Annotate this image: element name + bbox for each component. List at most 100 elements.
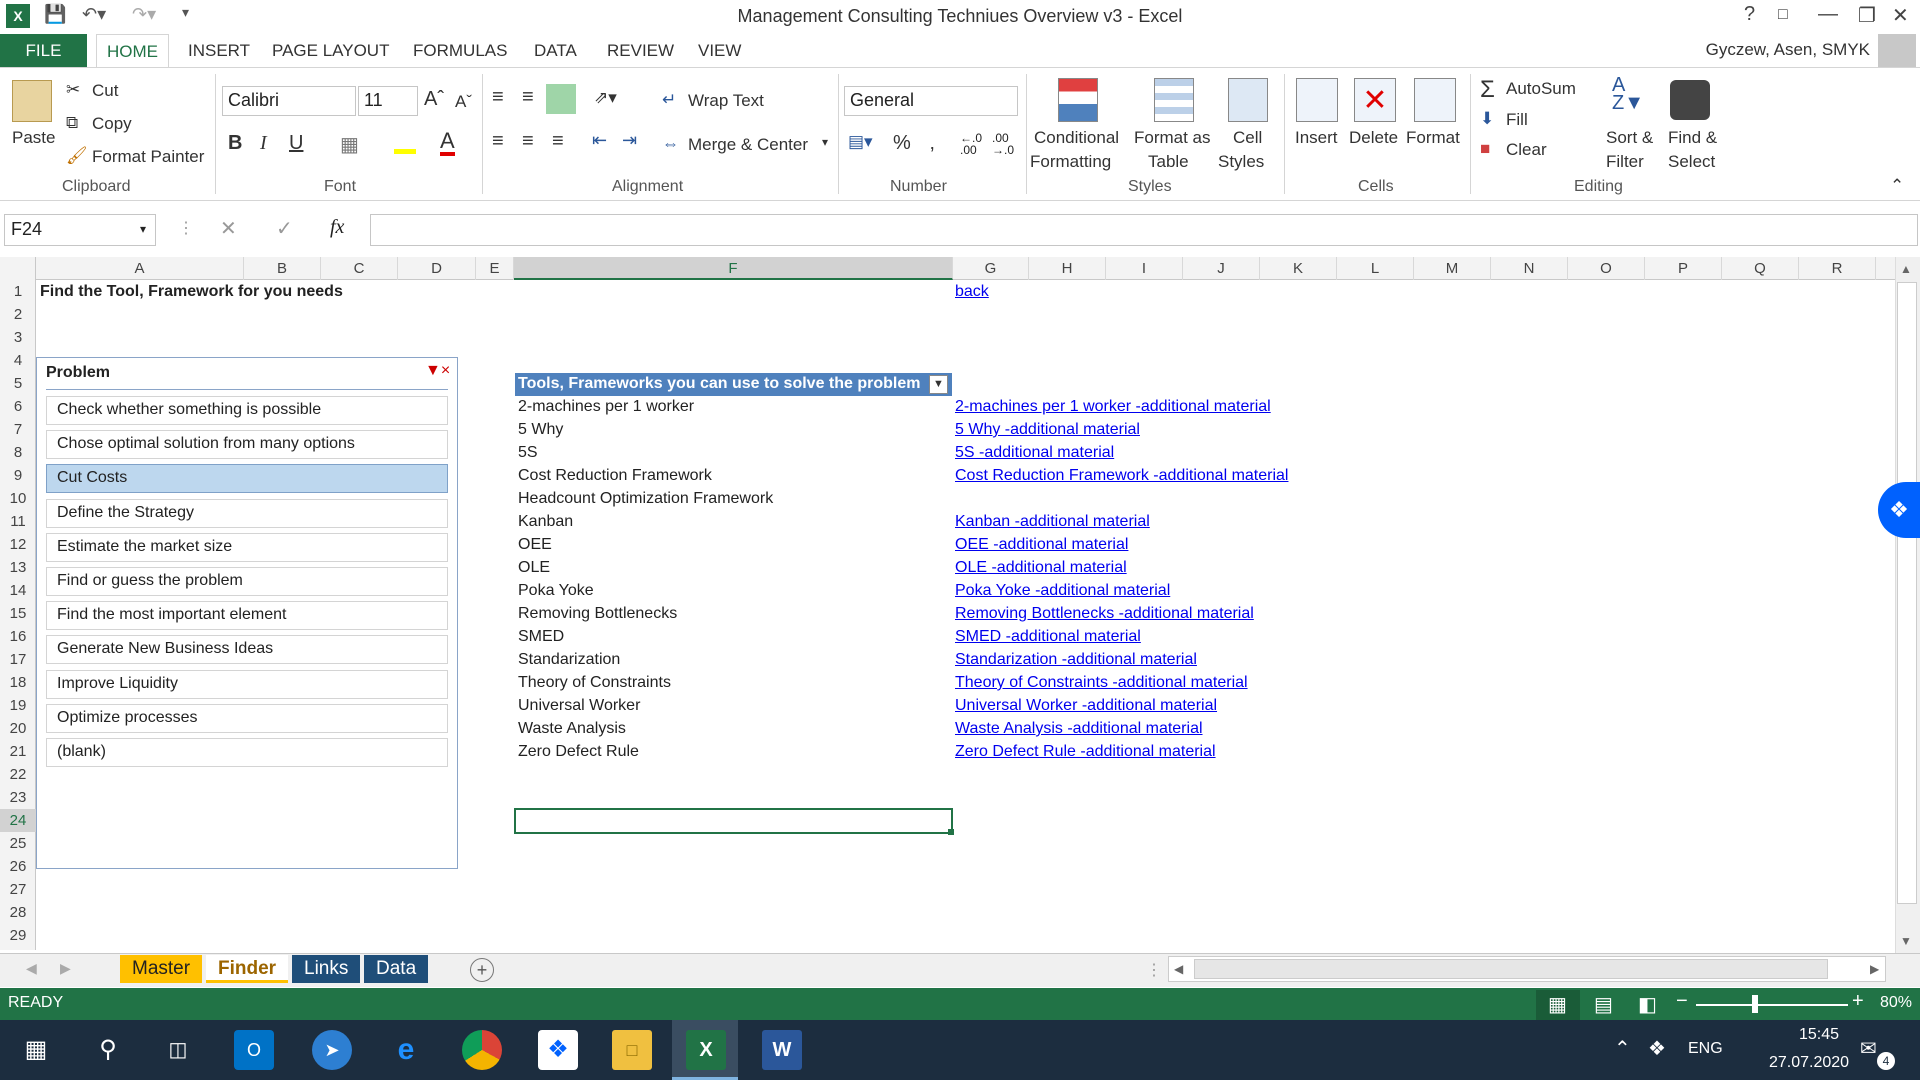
task-view-icon[interactable]: ◫ <box>158 1030 198 1070</box>
additional-material-link[interactable]: Poka Yoke -additional material <box>955 582 1170 600</box>
additional-material-link[interactable]: OEE -additional material <box>955 536 1128 554</box>
tab-page-layout[interactable]: PAGE LAYOUT <box>262 34 399 68</box>
help-icon[interactable]: ? <box>1744 3 1755 26</box>
italic-icon[interactable]: I <box>260 132 267 155</box>
tab-insert[interactable]: INSERT <box>178 34 260 68</box>
additional-material-link[interactable]: Universal Worker -additional material <box>955 697 1217 715</box>
font-size-combo[interactable]: 11 <box>358 86 418 116</box>
format-as-table-label1[interactable]: Format as <box>1134 128 1211 148</box>
scroll-down-icon[interactable]: ▼ <box>1900 934 1912 948</box>
back-link[interactable]: back <box>955 283 989 301</box>
row-header[interactable]: 18 <box>0 671 36 694</box>
increase-indent-icon[interactable]: ⇥ <box>622 130 637 151</box>
slicer-item[interactable]: Generate New Business Ideas <box>46 635 448 664</box>
page-break-view-icon[interactable]: ◧ <box>1638 992 1657 1017</box>
row-header[interactable]: 15 <box>0 602 36 625</box>
sort-filter-label2[interactable]: Filter <box>1606 152 1644 172</box>
cell-styles-label2[interactable]: Styles <box>1218 152 1264 172</box>
notifications-icon[interactable]: ✉ <box>1860 1036 1877 1061</box>
slicer-item[interactable]: Define the Strategy <box>46 499 448 528</box>
row-header[interactable]: 21 <box>0 740 36 763</box>
tool-cell[interactable]: 5S <box>518 444 538 462</box>
additional-material-link[interactable]: Theory of Constraints -additional materi… <box>955 674 1248 692</box>
row-header[interactable]: 14 <box>0 579 36 602</box>
slicer-item[interactable]: Check whether something is possible <box>46 396 448 425</box>
clear-filter-icon[interactable]: ▼× <box>425 362 450 380</box>
column-header[interactable]: O <box>1568 257 1645 280</box>
sheet-title-cell[interactable]: Find the Tool, Framework for you needs <box>40 283 343 301</box>
tool-cell[interactable]: 2-machines per 1 worker <box>518 398 694 416</box>
column-header[interactable]: I <box>1106 257 1183 280</box>
grow-font-icon[interactable]: Aˆ <box>424 88 444 111</box>
number-format-combo[interactable]: General <box>844 86 1018 116</box>
column-header[interactable]: Q <box>1722 257 1799 280</box>
zoom-slider[interactable] <box>1696 1004 1848 1006</box>
row-header[interactable]: 9 <box>0 464 36 487</box>
tool-cell[interactable]: Removing Bottlenecks <box>518 605 677 623</box>
additional-material-link[interactable]: Waste Analysis -additional material <box>955 720 1203 738</box>
column-header[interactable]: K <box>1260 257 1337 280</box>
tool-cell[interactable]: Zero Defect Rule <box>518 743 639 761</box>
column-header[interactable]: E <box>476 257 514 280</box>
insert-cells-button[interactable]: Insert <box>1295 128 1338 148</box>
excel-icon[interactable]: X <box>686 1030 726 1070</box>
slicer-item[interactable]: Find or guess the problem <box>46 567 448 596</box>
tab-split-icon[interactable]: ⋮ <box>1146 960 1162 980</box>
bottom-align-icon[interactable] <box>546 84 576 114</box>
row-header[interactable]: 24 <box>0 809 36 832</box>
sheet-tab-finder[interactable]: Finder <box>206 955 289 983</box>
cut-icon[interactable]: ✂ <box>66 80 80 100</box>
comma-style-icon[interactable]: ‚ <box>930 132 934 155</box>
top-align-icon[interactable]: ≡ <box>492 86 504 109</box>
column-header[interactable]: A <box>36 257 244 280</box>
align-right-icon[interactable]: ≡ <box>552 130 564 153</box>
slicer-item[interactable]: (blank) <box>46 738 448 767</box>
decrease-indent-icon[interactable]: ⇤ <box>592 130 607 151</box>
edge-icon[interactable]: e <box>386 1030 426 1070</box>
tool-cell[interactable]: 5 Why <box>518 421 563 439</box>
format-as-table-label2[interactable]: Table <box>1148 152 1189 172</box>
tab-view[interactable]: VIEW <box>688 34 751 68</box>
user-name[interactable]: Gyczew, Asen, SMYK <box>1706 40 1870 60</box>
clock-time[interactable]: 15:45 <box>1764 1026 1874 1044</box>
restore-icon[interactable]: ❐ <box>1858 3 1876 28</box>
row-header[interactable]: 7 <box>0 418 36 441</box>
binoculars-icon[interactable] <box>1670 80 1710 120</box>
row-header[interactable]: 1 <box>0 280 36 303</box>
zoom-thumb[interactable] <box>1752 995 1758 1013</box>
format-painter-button[interactable]: Format Painter <box>92 147 204 167</box>
minimize-icon[interactable]: — <box>1818 3 1838 26</box>
tool-cell[interactable]: Headcount Optimization Framework <box>518 490 773 508</box>
fill-handle[interactable] <box>948 829 954 835</box>
column-header[interactable]: J <box>1183 257 1260 280</box>
chrome-icon[interactable] <box>462 1030 502 1070</box>
eraser-icon[interactable]: ■ <box>1480 139 1490 159</box>
next-sheet-icon[interactable]: ▶ <box>60 960 71 977</box>
row-header[interactable]: 29 <box>0 924 36 947</box>
additional-material-link[interactable]: Standarization -additional material <box>955 651 1197 669</box>
tool-cell[interactable]: OEE <box>518 536 552 554</box>
row-header[interactable]: 8 <box>0 441 36 464</box>
column-header[interactable]: B <box>244 257 321 280</box>
delete-cells-button[interactable]: Delete <box>1349 128 1398 148</box>
font-color-icon[interactable]: A <box>440 130 455 156</box>
tool-cell[interactable]: Standarization <box>518 651 620 669</box>
underline-icon[interactable]: U <box>289 132 303 155</box>
insert-function-icon[interactable]: fx <box>330 216 344 239</box>
column-header[interactable]: N <box>1491 257 1568 280</box>
row-header[interactable]: 2 <box>0 303 36 326</box>
outlook-icon[interactable]: O <box>234 1030 274 1070</box>
scroll-up-icon[interactable]: ▲ <box>1900 262 1912 276</box>
slicer-item[interactable]: Find the most important element <box>46 601 448 630</box>
language-indicator[interactable]: ENG <box>1688 1040 1723 1058</box>
merge-center-icon[interactable]: ⇔ <box>662 134 679 154</box>
tool-cell[interactable]: Theory of Constraints <box>518 674 671 692</box>
scroll-left-icon[interactable]: ◀ <box>1174 962 1183 976</box>
collapse-ribbon-icon[interactable]: ⌃ <box>1890 176 1904 196</box>
fill-icon[interactable]: ⬇ <box>1480 109 1494 129</box>
additional-material-link[interactable]: SMED -additional material <box>955 628 1141 646</box>
conditional-formatting-label1[interactable]: Conditional <box>1034 128 1119 148</box>
column-header[interactable]: C <box>321 257 398 280</box>
row-header[interactable]: 13 <box>0 556 36 579</box>
copy-icon[interactable]: ⧉ <box>66 113 78 133</box>
